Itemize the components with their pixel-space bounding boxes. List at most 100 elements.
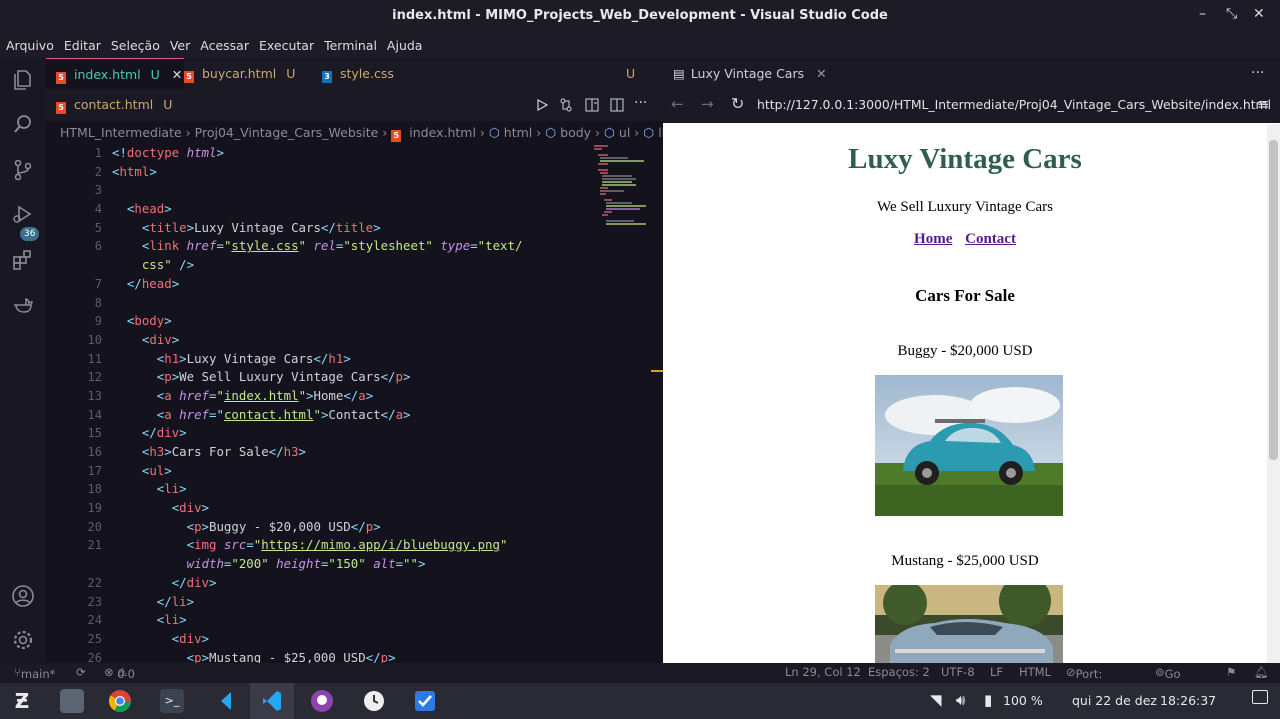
docker-icon[interactable] <box>11 292 35 316</box>
minimap[interactable] <box>592 144 650 234</box>
minimize-icon[interactable]: – <box>1199 6 1206 22</box>
code-line[interactable]: <title>Luxy Vintage Cars</title> <box>112 219 592 238</box>
menu-terminal[interactable]: Terminal <box>320 34 381 57</box>
clock-time[interactable]: 18:26:37 <box>1160 693 1216 708</box>
settings-gear-icon[interactable] <box>11 628 35 652</box>
code-line[interactable]: width="200" height="150" alt=""> <box>112 555 592 574</box>
code-line[interactable]: <link href="style.css" rel="stylesheet" … <box>112 237 592 256</box>
vscode-small-icon[interactable] <box>214 689 238 713</box>
extensions-icon[interactable] <box>11 248 35 272</box>
menu-ajuda[interactable]: Ajuda <box>383 34 427 57</box>
code-line[interactable]: <li> <box>112 480 592 499</box>
breadcrumb-item[interactable]: index.html <box>409 125 476 140</box>
code-line[interactable]: <img src="https://mimo.app/i/bluebuggy.p… <box>112 536 592 555</box>
url-bar[interactable]: http://127.0.0.1:3000/HTML_Intermediate/… <box>757 97 1271 112</box>
code-line[interactable]: <head> <box>112 200 592 219</box>
nav-home-link[interactable]: Home <box>914 231 952 247</box>
breadcrumb-item[interactable]: ul <box>619 125 630 140</box>
indentation-status[interactable]: Espaços: 2 <box>868 665 930 679</box>
cursor-position[interactable]: Ln 29, Col 12 <box>785 665 861 679</box>
zorin-menu-icon[interactable]: Ƶ <box>10 689 34 713</box>
clock-date[interactable]: qui 22 de dez <box>1072 693 1157 708</box>
code-line[interactable]: <a href="contact.html">Contact</a> <box>112 406 592 425</box>
code-line[interactable]: <ul> <box>112 462 592 481</box>
close-window-icon[interactable]: ✕ <box>1253 6 1265 22</box>
menu-executar[interactable]: Executar <box>255 34 318 57</box>
more-actions-icon[interactable]: ··· <box>634 95 647 111</box>
restore-icon[interactable]: ⤡ <box>1226 6 1237 22</box>
language-status[interactable]: HTML <box>1019 665 1051 679</box>
files-app-icon[interactable] <box>60 689 84 713</box>
code-line[interactable]: ​ <box>112 294 592 313</box>
vscode-icon[interactable] <box>260 689 284 713</box>
code-line[interactable]: <!doctype html> <box>112 144 592 163</box>
more-actions-icon[interactable]: ··· <box>1251 58 1264 89</box>
code-line[interactable]: <h3>Cars For Sale</h3> <box>112 443 592 462</box>
encoding-status[interactable]: UTF-8 <box>941 665 975 679</box>
menu-acessar[interactable]: Acessar <box>196 34 253 57</box>
menu-arquivo[interactable]: Arquivo <box>2 34 58 57</box>
code-line[interactable]: <p>We Sell Luxury Vintage Cars</p> <box>112 368 592 387</box>
menu-hamburger-icon[interactable]: ≡ <box>1257 95 1270 113</box>
breadcrumb-item[interactable]: Proj04_Vintage_Cars_Website <box>195 125 379 140</box>
code-editor[interactable]: <!doctype html><html>​ <head> <title>Lux… <box>112 144 592 667</box>
battery-icon[interactable]: ▮ <box>984 691 992 709</box>
breadcrumb-item[interactable]: html <box>504 125 532 140</box>
go-live-button[interactable]: ⊚ Go Live <box>1155 665 1188 695</box>
eol-status[interactable]: LF <box>990 665 1003 679</box>
nav-contact-link[interactable]: Contact <box>965 231 1016 247</box>
terminal-icon[interactable]: >_ <box>160 689 184 713</box>
code-line[interactable]: <a href="index.html">Home</a> <box>112 387 592 406</box>
clock-app-icon[interactable] <box>362 689 386 713</box>
forward-arrow-icon[interactable]: → <box>701 95 714 113</box>
chrome-icon[interactable] <box>108 689 132 713</box>
split-editor-icon[interactable] <box>610 98 624 112</box>
run-icon[interactable] <box>536 99 548 111</box>
code-line[interactable]: <html> <box>112 163 592 182</box>
code-line[interactable]: </div> <box>112 574 592 593</box>
branch-status[interactable]: ⑂ main* <box>14 665 55 681</box>
run-debug-icon[interactable] <box>11 202 35 226</box>
menu-ver[interactable]: Ver <box>166 34 194 57</box>
code-line[interactable]: </li> <box>112 593 592 612</box>
code-line[interactable]: <body> <box>112 312 592 331</box>
code-line[interactable]: <h1>Luxy Vintage Cars</h1> <box>112 350 592 369</box>
show-desktop-icon[interactable] <box>1252 690 1268 704</box>
back-arrow-icon[interactable]: ← <box>671 95 684 113</box>
tab-index-html[interactable]: 5 index.html U ✕ <box>46 58 184 90</box>
tab-style-css[interactable]: 3 style.css <box>322 58 402 89</box>
tab-preview[interactable]: ▤ Luxy Vintage Cars ✕ <box>673 58 827 89</box>
code-line[interactable]: <div> <box>112 630 592 649</box>
code-line[interactable]: </head> <box>112 275 592 294</box>
menu-selecao[interactable]: Seleção <box>107 34 164 57</box>
close-tab-icon[interactable]: ✕ <box>816 66 826 81</box>
account-icon[interactable] <box>11 584 35 608</box>
port-status[interactable]: ⊘ Port: 3000 <box>1066 665 1105 695</box>
wifi-icon[interactable]: ◥ <box>930 691 942 709</box>
github-desktop-icon[interactable] <box>310 689 334 713</box>
scrollbar-thumb[interactable] <box>1269 140 1278 460</box>
open-preview-icon[interactable] <box>585 98 599 112</box>
tasks-app-icon[interactable] <box>413 689 437 713</box>
menu-editar[interactable]: Editar <box>60 34 105 57</box>
code-line[interactable]: <div> <box>112 499 592 518</box>
code-line[interactable]: <p>Buggy - $20,000 USD</p> <box>112 518 592 537</box>
feedback-icon[interactable]: ⚑ <box>1226 665 1236 679</box>
sync-icon[interactable]: ⟳ <box>76 665 86 679</box>
code-line[interactable]: <li> <box>112 611 592 630</box>
code-line[interactable]: <div> <box>112 331 592 350</box>
code-line[interactable]: </div> <box>112 424 592 443</box>
explorer-icon[interactable] <box>11 68 35 92</box>
breadcrumb-item[interactable]: HTML_Intermediate <box>60 125 182 140</box>
volume-icon[interactable]: 🔊︎ <box>956 691 965 709</box>
reload-icon[interactable]: ↻ <box>731 94 744 113</box>
source-control-icon[interactable] <box>11 158 35 182</box>
code-line[interactable]: ​ <box>112 181 592 200</box>
code-line[interactable]: css" /> <box>112 256 592 275</box>
tab-buycar-html[interactable]: 5 buycar.html U <box>184 58 304 89</box>
breadcrumb-item[interactable]: body <box>560 125 591 140</box>
tab-contact-html[interactable]: 5 contact.html U <box>56 89 172 120</box>
problems-status[interactable]: ⊗ 0 ⚠ 0 <box>104 665 135 681</box>
close-tab-icon[interactable]: ✕ <box>172 67 182 82</box>
notifications-bell-icon[interactable]: 🔔︎ <box>1254 665 1269 679</box>
